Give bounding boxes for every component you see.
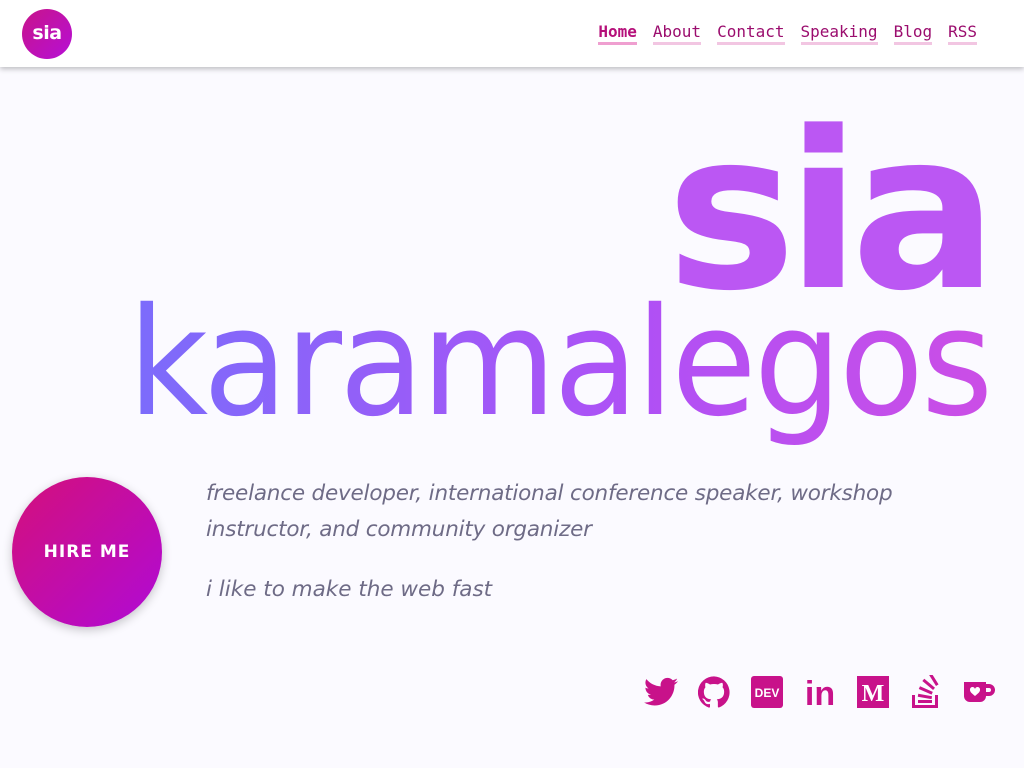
kofi-icon — [963, 682, 995, 702]
svg-text:in: in — [804, 676, 834, 708]
github-link[interactable] — [687, 672, 740, 712]
stackoverflow-link[interactable] — [899, 672, 952, 712]
svg-text:DEV: DEV — [754, 686, 779, 700]
nav-about[interactable]: About — [652, 22, 702, 45]
nav-rss[interactable]: RSS — [948, 22, 977, 45]
medium-icon: M — [856, 676, 889, 708]
nav-speaking[interactable]: Speaking — [800, 22, 878, 45]
github-icon — [697, 676, 730, 708]
main-nav: Home About Contact Speaking Blog RSS — [598, 22, 977, 45]
nav-home[interactable]: Home — [598, 22, 637, 45]
social-links: DEV in M — [634, 672, 1005, 712]
twitter-link[interactable] — [634, 672, 687, 712]
hire-me-button[interactable]: HIRE ME — [12, 477, 162, 627]
linkedin-link[interactable]: in — [793, 672, 846, 712]
svg-text:M: M — [861, 681, 884, 707]
medium-link[interactable]: M — [846, 672, 899, 712]
last-name: karamalegos — [127, 277, 992, 450]
dev-link[interactable]: DEV — [740, 672, 793, 712]
site-header: sia Home About Contact Speaking Blog RSS — [0, 0, 1024, 67]
nav-contact[interactable]: Contact — [717, 22, 785, 45]
kofi-link[interactable] — [952, 672, 1005, 712]
twitter-icon — [643, 677, 678, 706]
motto: i like to make the web fast — [206, 577, 493, 602]
nav-blog[interactable]: Blog — [893, 22, 933, 45]
tagline: freelance developer, international confe… — [206, 481, 893, 542]
logo-home-link[interactable]: sia — [22, 9, 72, 59]
dev-icon: DEV — [750, 676, 783, 708]
linkedin-icon: in — [804, 676, 834, 708]
stackoverflow-icon — [911, 675, 939, 708]
